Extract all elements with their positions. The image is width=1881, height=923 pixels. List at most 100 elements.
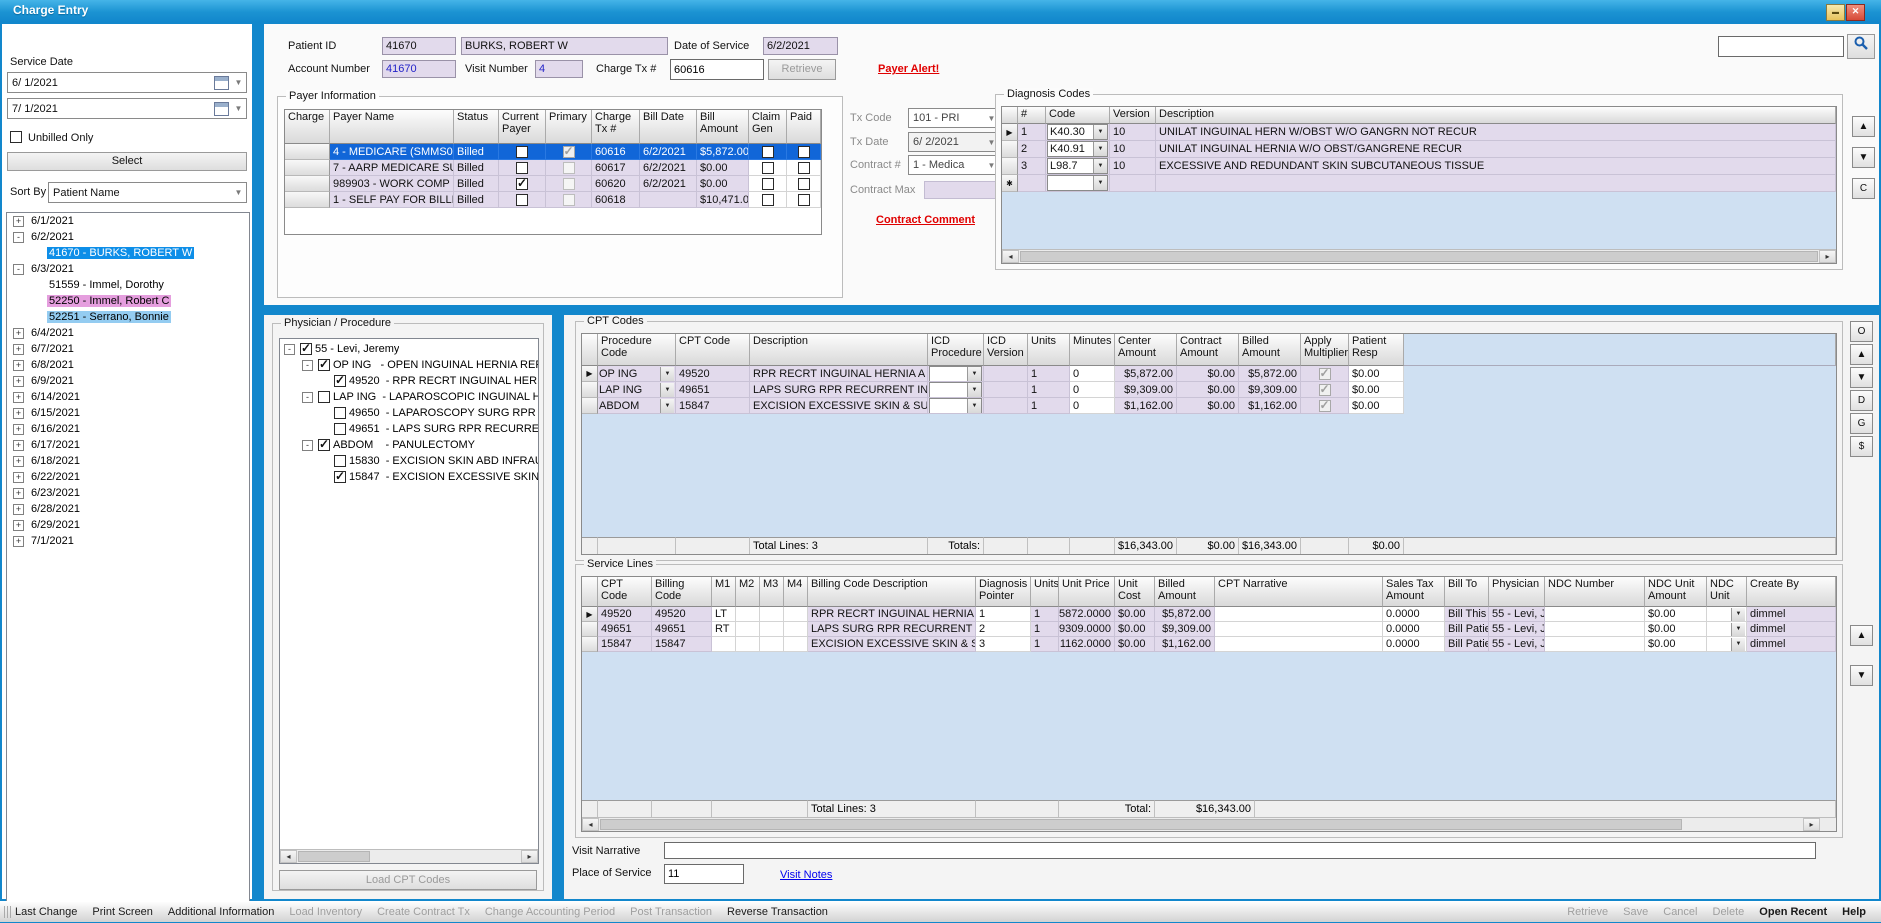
procedure-checkbox[interactable] <box>334 455 346 467</box>
tree-expander[interactable]: + <box>13 376 24 387</box>
minutes-cell[interactable]: 0 <box>1070 382 1115 398</box>
dx-version-cell[interactable]: 10 <box>1110 124 1156 141</box>
physician-cell[interactable]: 55 - Levi, J <box>1489 622 1545 637</box>
scroll-right-icon[interactable]: ▸ <box>521 850 538 863</box>
units-cell[interactable]: 1 <box>1028 366 1070 382</box>
column-header[interactable]: Bill To <box>1445 577 1489 607</box>
chevron-down-icon[interactable] <box>967 399 981 413</box>
chevron-down-icon[interactable] <box>660 399 674 413</box>
charge-tx-cell[interactable]: 60616 <box>592 144 640 160</box>
dx-code-combo[interactable]: K40.91 <box>1047 141 1108 157</box>
chevron-down-icon[interactable] <box>1093 142 1107 156</box>
physician-cell[interactable]: 55 - Levi, J <box>1489 637 1545 652</box>
primary-checkbox[interactable] <box>563 162 575 174</box>
statusbar-button[interactable]: Additional Information <box>168 906 274 918</box>
column-header[interactable]: CPT Code <box>676 334 750 366</box>
m3-cell[interactable] <box>760 622 784 637</box>
tree-expander[interactable]: + <box>13 472 24 483</box>
dx-number-cell[interactable] <box>1018 175 1046 192</box>
payer-name-cell[interactable]: 7 - AARP MEDICARE SU <box>330 160 454 176</box>
chevron-down-icon[interactable] <box>660 383 674 397</box>
sales-tax-cell[interactable]: 0.0000 <box>1383 607 1445 622</box>
column-header[interactable]: Bill Amount <box>697 110 749 144</box>
icd-procedure-cell[interactable] <box>928 382 984 398</box>
visit-notes-link[interactable]: Visit Notes <box>780 869 832 881</box>
dx-description-cell[interactable]: UNILAT INGUINAL HERN W/OBST W/O GANGRN N… <box>1156 124 1836 141</box>
column-header[interactable]: Billing Code <box>652 577 712 607</box>
tree-item[interactable]: 52251 - Serrano, Bonnie <box>7 309 249 325</box>
apply-multiplier-cell[interactable] <box>1301 366 1349 382</box>
column-header[interactable]: Apply Multiplier <box>1301 334 1349 366</box>
paid-cell[interactable] <box>787 176 821 192</box>
bill-amount-cell[interactable]: $10,471.0 <box>697 192 749 208</box>
dx-description-cell[interactable] <box>1156 175 1836 192</box>
diagnosis-hscrollbar[interactable]: ◂ ▸ <box>1002 249 1836 263</box>
apply-multiplier-cell[interactable] <box>1301 382 1349 398</box>
service-date-to-picker[interactable]: 7/ 1/2021 <box>7 98 247 119</box>
column-header[interactable]: Billing Code Description <box>808 577 976 607</box>
tree-expander[interactable]: - <box>302 360 313 371</box>
dx-number-cell[interactable]: 1 <box>1018 124 1046 141</box>
bill-amount-cell[interactable]: $5,872.00 <box>697 144 749 160</box>
procedure-checkbox[interactable] <box>318 439 330 451</box>
bill-to-cell[interactable]: Bill This P <box>1445 607 1489 622</box>
cpt-code-cell[interactable]: 49520 <box>676 366 750 382</box>
icd-version-cell[interactable] <box>984 366 1028 382</box>
procedure-tree-item[interactable]: - ABDOM - PANULECTOMY <box>280 437 538 453</box>
unit-price-cell[interactable]: 1162.0000 <box>1059 637 1115 652</box>
bill-date-cell[interactable] <box>640 192 697 208</box>
minimize-button[interactable] <box>1826 4 1845 21</box>
apply-multiplier-checkbox[interactable] <box>1319 384 1331 396</box>
primary-cell[interactable] <box>546 176 592 192</box>
column-header[interactable]: NDC Unit <box>1707 577 1747 607</box>
tree-expander[interactable]: - <box>284 344 295 355</box>
units-cell[interactable]: 1 <box>1028 398 1070 414</box>
column-header[interactable]: # <box>1018 107 1046 124</box>
column-header[interactable]: ICD Procedure <box>928 334 984 366</box>
tree-expander[interactable]: + <box>13 520 24 531</box>
billed-amount-cell[interactable]: $5,872.00 <box>1155 607 1215 622</box>
claim-gen-cell[interactable] <box>749 192 787 208</box>
units-cell[interactable]: 1 <box>1031 622 1059 637</box>
ndc-number-cell[interactable] <box>1545 637 1645 652</box>
procedure-tree-item[interactable]: 15830 - EXCISION SKIN ABD INFRAUMBIL <box>280 453 538 469</box>
place-of-service-input[interactable] <box>664 864 744 884</box>
diagnosis-side-button[interactable]: ▲ <box>1852 116 1875 137</box>
column-header[interactable]: M3 <box>760 577 784 607</box>
dx-code-cell[interactable]: K40.91 <box>1046 141 1110 158</box>
billing-description-cell[interactable]: RPR RECRT INGUINAL HERNIA <box>808 607 976 622</box>
cpt-row[interactable]: LAP ING 49651 LAPS SURG RPR RECURRENT IN… <box>582 382 1836 398</box>
unit-price-cell[interactable]: 5872.0000 <box>1059 607 1115 622</box>
primary-checkbox[interactable] <box>563 178 575 190</box>
primary-cell[interactable] <box>546 192 592 208</box>
scroll-right-icon[interactable]: ▸ <box>1803 818 1820 831</box>
billed-amount-cell[interactable]: $9,309.00 <box>1155 622 1215 637</box>
dx-version-cell[interactable]: 10 <box>1110 141 1156 158</box>
statusbar-button[interactable]: Open Recent <box>1759 906 1827 918</box>
claim-gen-checkbox[interactable] <box>762 194 774 206</box>
payer-name-cell[interactable]: 1 - SELF PAY FOR BILLIN <box>330 192 454 208</box>
column-header[interactable]: Paid <box>787 110 821 144</box>
procedure-checkbox[interactable] <box>334 471 346 483</box>
paid-checkbox[interactable] <box>798 162 810 174</box>
tree-item[interactable]: + 7/1/2021 <box>7 533 249 549</box>
dx-code-cell[interactable] <box>1046 175 1110 192</box>
column-header[interactable]: Version <box>1110 107 1156 124</box>
column-header[interactable]: M1 <box>712 577 736 607</box>
units-cell[interactable]: 1 <box>1028 382 1070 398</box>
charge-tx-cell[interactable]: 60620 <box>592 176 640 192</box>
tree-item[interactable]: + 6/15/2021 <box>7 405 249 421</box>
column-header[interactable]: ICD Version <box>984 334 1028 366</box>
tree-expander[interactable]: + <box>13 536 24 547</box>
cpt-row[interactable]: ABDOM 15847 EXCISION EXCESSIVE SKIN & SU… <box>582 398 1836 414</box>
tree-expander[interactable]: - <box>13 264 24 275</box>
column-header[interactable]: Physician <box>1489 577 1545 607</box>
contract-number-select[interactable]: 1 - Medica <box>908 155 1000 175</box>
procedure-tree-item[interactable]: 49650 - LAPAROSCOPY SURG RPR INITIA <box>280 405 538 421</box>
tree-item[interactable]: 52250 - Immel, Robert C <box>7 293 249 309</box>
column-header[interactable]: NDC Unit Amount <box>1645 577 1707 607</box>
tree-item[interactable]: - 6/2/2021 <box>7 229 249 245</box>
patient-resp-cell[interactable]: $0.00 <box>1349 382 1404 398</box>
procedure-tree-item[interactable]: 49520 - RPR RECRT INGUINAL HERNIA A <box>280 373 538 389</box>
column-header[interactable]: Status <box>454 110 499 144</box>
